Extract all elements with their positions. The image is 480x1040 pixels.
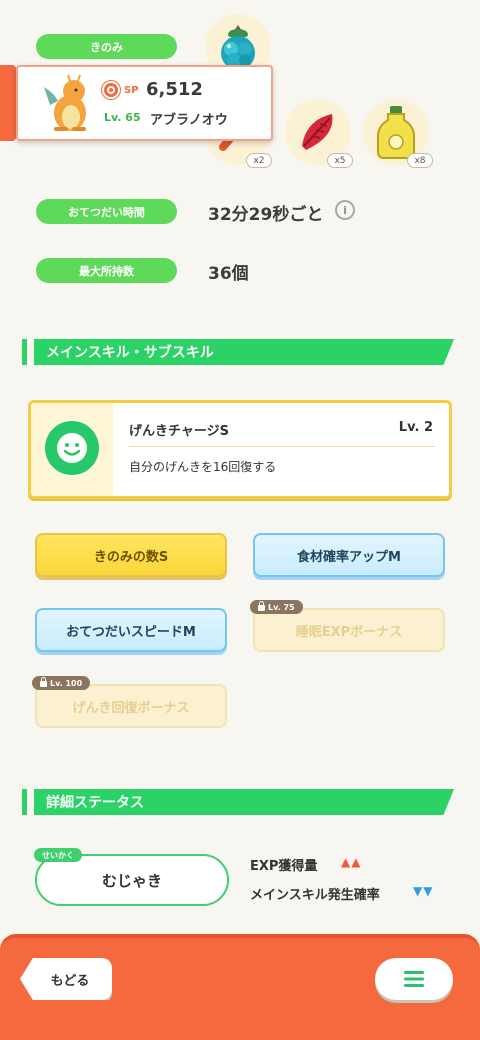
nature-up-arrows: ▲▲ <box>341 855 362 869</box>
pokemon-level: Lv. 65 <box>104 111 141 124</box>
strength-icon <box>102 81 120 99</box>
max-carry-value: 36個 <box>208 264 249 284</box>
footer-bar: もどる <box>0 934 480 1040</box>
nature-tag: せいかく <box>34 848 82 862</box>
leek-count: x2 <box>246 153 272 168</box>
lock-icon <box>40 677 47 687</box>
tomato-count: x5 <box>327 153 353 168</box>
help-time-label: おてつだい時間 <box>36 199 177 224</box>
sub-skill-sleep-exp-bonus[interactable]: 睡眠EXPボーナス <box>253 608 445 652</box>
pokemon-name: アブラノオウ <box>150 113 228 128</box>
lock-icon <box>258 601 265 611</box>
info-icon[interactable]: i <box>335 200 355 220</box>
berry-label: きのみ <box>36 34 177 59</box>
sp-label: SP <box>124 85 139 96</box>
red-leaf-icon <box>302 114 333 150</box>
oil-bottle-icon <box>377 106 415 159</box>
section-accent-bar <box>22 789 27 815</box>
skills-section-header: メインスキル・サブスキル <box>22 339 454 365</box>
sub-skill-energy-recovery-bonus[interactable]: げんき回復ボーナス <box>35 684 227 728</box>
smile-icon <box>45 421 99 475</box>
lock-level: Lv. 75 <box>268 602 295 612</box>
lock-badge-lv75: Lv. 75 <box>250 600 303 614</box>
pokemon-card[interactable]: SP 6,512 Lv. 65 アブラノオウ <box>16 65 273 141</box>
sub-skill-ingredient-finder[interactable]: 食材確率アップM <box>253 533 445 577</box>
section-title: 詳細ステータス <box>34 789 454 815</box>
section-title: メインスキル・サブスキル <box>34 339 454 365</box>
main-skill-card[interactable]: げんきチャージS Lv. 2 自分のげんきを16回復する <box>28 400 452 499</box>
main-skill-name: げんきチャージS <box>129 424 229 439</box>
card-accent-tab <box>0 65 16 141</box>
max-carry-label: 最大所持数 <box>36 258 177 283</box>
lock-level: Lv. 100 <box>50 678 83 688</box>
details-section-header: 詳細ステータス <box>22 789 454 815</box>
nature-up-stat: EXP獲得量 <box>250 859 318 874</box>
back-button[interactable]: もどる <box>20 958 112 1000</box>
main-skill-level: Lv. 2 <box>398 420 433 435</box>
menu-button[interactable] <box>375 958 453 1000</box>
divider <box>129 446 435 447</box>
nature-down-stat: メインスキル発生確率 <box>250 888 380 903</box>
oil-count: x8 <box>407 153 433 168</box>
sub-skill-berry-finding[interactable]: きのみの数S <box>35 533 227 577</box>
nature-down-arrows: ▼▼ <box>413 884 434 898</box>
hamburger-menu-icon <box>404 971 424 987</box>
strength-value: 6,512 <box>146 79 203 100</box>
lock-badge-lv100: Lv. 100 <box>32 676 91 690</box>
section-accent-bar <box>22 339 27 365</box>
help-time-value: 32分29秒ごと <box>208 205 324 225</box>
main-skill-icon-panel <box>31 403 113 496</box>
main-skill-description: 自分のげんきを16回復する <box>129 460 277 474</box>
dragonite-icon <box>44 74 86 131</box>
sub-skill-helping-speed[interactable]: おてつだいスピードM <box>35 608 227 652</box>
